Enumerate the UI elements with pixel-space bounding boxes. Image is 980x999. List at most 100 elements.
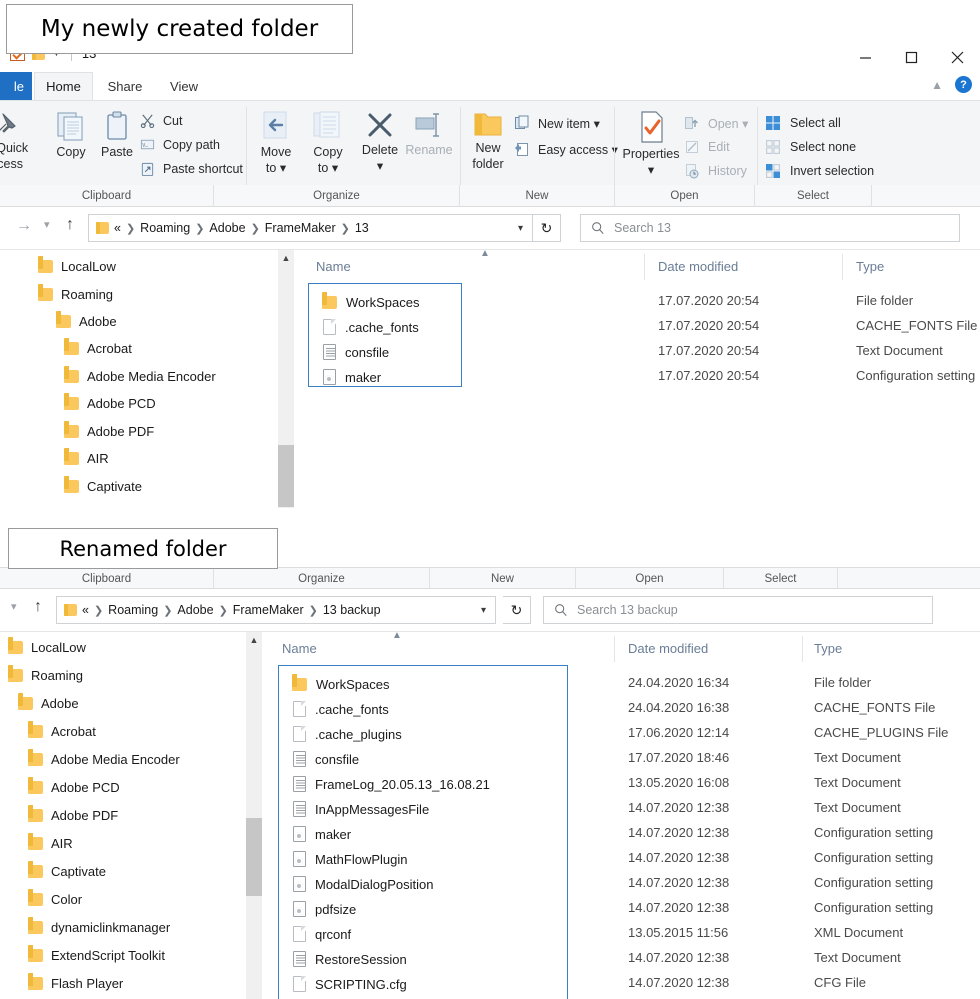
tree-item-adobe-pdf[interactable]: Adobe PDF	[64, 421, 154, 441]
close-icon[interactable]	[934, 42, 980, 72]
tab-share[interactable]: Share	[96, 72, 154, 100]
breadcrumb-framemaker[interactable]: FrameMaker	[233, 603, 304, 617]
tree-item-adobe-media-encoder[interactable]: Adobe Media Encoder	[28, 749, 180, 769]
breadcrumb-roaming[interactable]: Roaming	[108, 603, 158, 617]
tree-item-adobe-pcd[interactable]: Adobe PCD	[64, 393, 156, 413]
arrow-right-icon[interactable]: →	[16, 217, 32, 235]
file-row[interactable]: .cache_fonts	[323, 317, 419, 337]
file-row[interactable]: .cache_plugins	[293, 724, 402, 744]
file-row[interactable]: maker	[323, 367, 381, 387]
tree-item-roaming[interactable]: Roaming	[8, 665, 83, 685]
breadcrumb-roaming[interactable]: Roaming	[140, 221, 190, 235]
tree-item-air[interactable]: AIR	[64, 448, 109, 468]
new-item-button[interactable]: New item ▾	[514, 115, 600, 131]
pin-to-quick-access-button[interactable]: o Quick ccess	[0, 109, 36, 171]
tree-item-captivate[interactable]: Captivate	[28, 861, 106, 881]
scrollbar-thumb[interactable]	[246, 818, 262, 896]
properties-button[interactable]: Properties ▾	[618, 109, 684, 177]
tree-item-captivate[interactable]: Captivate	[64, 476, 142, 496]
tree-item-acrobat[interactable]: Acrobat	[64, 338, 132, 358]
column-header-type[interactable]: Type	[814, 641, 842, 656]
file-row[interactable]: WorkSpaces	[322, 292, 419, 312]
tree-item-extendscript-toolkit[interactable]: ExtendScript Toolkit	[28, 945, 165, 965]
minimize-icon[interactable]	[842, 42, 888, 72]
column-header-date-modified[interactable]: Date modified	[658, 259, 738, 274]
recent-locations-icon[interactable]: ▾	[44, 218, 50, 231]
breadcrumb-adobe[interactable]: Adobe	[209, 221, 245, 235]
column-header-type[interactable]: Type	[856, 259, 884, 274]
copy-path-button[interactable]: \\.. Copy path	[140, 137, 220, 152]
address-breadcrumb[interactable]: « ❯ Roaming ❯ Adobe ❯ FrameMaker ❯ 13 ▾	[88, 214, 533, 242]
new-folder-button[interactable]: New folder	[462, 109, 514, 171]
tab-file[interactable]: le	[0, 72, 32, 100]
file-row[interactable]: .cache_fonts	[293, 699, 389, 719]
maximize-icon[interactable]	[888, 42, 934, 72]
select-none-button[interactable]: Select none	[765, 139, 856, 155]
tree-item-adobe[interactable]: Adobe	[18, 693, 79, 713]
file-row[interactable]: WorkSpaces	[292, 674, 389, 694]
column-header-name[interactable]: Name	[316, 259, 351, 274]
cut-button[interactable]: Cut	[140, 113, 182, 128]
help-icon[interactable]: ?	[955, 76, 972, 93]
scrollbar-thumb[interactable]	[278, 445, 294, 507]
file-row[interactable]: pdfsize	[293, 899, 356, 919]
file-row[interactable]: maker	[293, 824, 351, 844]
tree-item-roaming[interactable]: Roaming	[38, 284, 113, 304]
file-row[interactable]: qrconf	[293, 924, 351, 944]
chevron-down-icon[interactable]: ▾	[481, 605, 486, 616]
breadcrumb-framemaker[interactable]: FrameMaker	[265, 221, 336, 235]
arrow-up-icon[interactable]: ↑	[66, 216, 74, 234]
file-row[interactable]: RestoreSession	[293, 949, 407, 969]
breadcrumb-13[interactable]: 13	[355, 221, 369, 235]
paste-button[interactable]: Paste	[88, 109, 146, 159]
file-row[interactable]: SCRIPTING.cfg	[293, 974, 407, 994]
rename-button[interactable]: Rename	[400, 109, 458, 157]
tree-item-adobe-media-encoder[interactable]: Adobe Media Encoder	[64, 366, 216, 386]
tree-item-air[interactable]: AIR	[28, 833, 73, 853]
scroll-up-icon[interactable]: ▲	[246, 632, 262, 648]
navigation-pane-scrollbar[interactable]: ▲	[246, 632, 262, 999]
copy-to-button[interactable]: Copy to ▾	[300, 109, 356, 175]
paste-shortcut-button[interactable]: Paste shortcut	[140, 161, 243, 177]
file-row[interactable]: FrameLog_20.05.13_16.08.21	[293, 774, 490, 794]
tree-item-adobe[interactable]: Adobe	[56, 311, 117, 331]
select-all-button[interactable]: Select all	[765, 115, 841, 131]
file-row[interactable]: consfile	[293, 749, 359, 769]
refresh-icon[interactable]: ↻	[503, 596, 531, 624]
search-box[interactable]: Search 13	[580, 214, 960, 242]
file-row[interactable]: ModalDialogPosition	[293, 874, 434, 894]
tree-item-locallow[interactable]: LocalLow	[8, 637, 86, 657]
properties-caret-icon[interactable]: ▾	[648, 164, 654, 177]
tree-item-flash-player[interactable]: Flash Player	[28, 973, 123, 993]
recent-locations-icon[interactable]: ▾	[11, 600, 17, 613]
scroll-up-icon[interactable]: ▲	[278, 250, 294, 266]
tab-view[interactable]: View	[156, 72, 212, 100]
chevron-down-icon[interactable]: ▾	[518, 223, 523, 234]
tree-item-acrobat[interactable]: Acrobat	[28, 721, 96, 741]
search-box[interactable]: Search 13 backup	[543, 596, 933, 624]
file-row[interactable]: InAppMessagesFile	[293, 799, 429, 819]
refresh-icon[interactable]: ↻	[533, 214, 561, 242]
open-button[interactable]: Open ▾	[684, 115, 748, 131]
move-to-button[interactable]: Move to ▾	[248, 109, 304, 175]
breadcrumb-13-backup[interactable]: 13 backup	[323, 603, 381, 617]
navigation-pane-scrollbar[interactable]: ▲	[278, 250, 294, 508]
tab-home[interactable]: Home	[34, 72, 93, 100]
breadcrumb-adobe[interactable]: Adobe	[177, 603, 213, 617]
column-header-date-modified[interactable]: Date modified	[628, 641, 708, 656]
file-row[interactable]: MathFlowPlugin	[293, 849, 408, 869]
tree-item-adobe-pdf[interactable]: Adobe PDF	[28, 805, 118, 825]
history-button[interactable]: History	[684, 163, 747, 179]
file-row[interactable]: consfile	[323, 342, 389, 362]
easy-access-button[interactable]: Easy access ▾	[514, 141, 618, 157]
tree-item-dynamiclinkmanager[interactable]: dynamiclinkmanager	[28, 917, 170, 937]
tree-item-locallow[interactable]: LocalLow	[38, 256, 116, 276]
edit-button[interactable]: Edit	[684, 139, 730, 155]
tree-item-adobe-pcd[interactable]: Adobe PCD	[28, 777, 120, 797]
arrow-up-icon[interactable]: ↑	[34, 598, 42, 616]
chevron-up-icon[interactable]: ▲	[931, 78, 943, 92]
column-header-name[interactable]: Name	[282, 641, 317, 656]
invert-selection-button[interactable]: Invert selection	[765, 163, 874, 179]
address-breadcrumb[interactable]: « ❯ Roaming ❯ Adobe ❯ FrameMaker ❯ 13 ba…	[56, 596, 496, 624]
tree-item-color[interactable]: Color	[28, 889, 82, 909]
